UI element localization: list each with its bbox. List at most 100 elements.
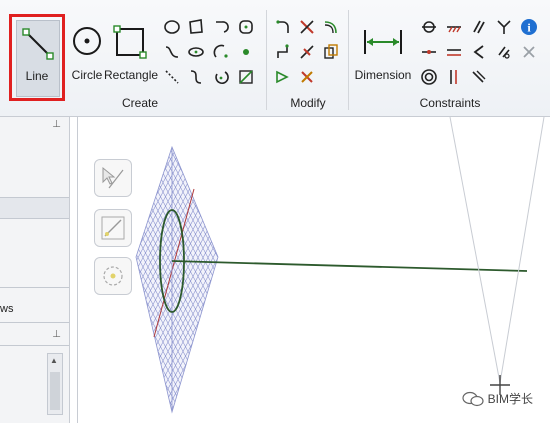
watermark-text: BIM学长 (487, 392, 533, 406)
pin-icon[interactable]: ⊥ (52, 329, 61, 340)
spline-icon[interactable] (163, 43, 181, 61)
coincident-icon[interactable] (420, 18, 438, 36)
split-icon[interactable] (298, 43, 316, 61)
grid-line (192, 147, 218, 412)
symmetric-icon[interactable] (495, 18, 513, 36)
grid-line (78, 117, 133, 417)
trim-icon[interactable] (298, 18, 316, 36)
grid-line (78, 117, 133, 417)
arc-center-icon[interactable] (212, 68, 230, 86)
grid-line (78, 117, 108, 417)
grid-line (136, 147, 149, 412)
grid-line (202, 147, 218, 412)
graphics-viewport[interactable]: BIM学长 (77, 117, 550, 423)
corner-icon[interactable] (274, 43, 292, 61)
grid-line (78, 117, 123, 417)
left-panel: ⊥ ws ⊥ ▲ (0, 117, 70, 423)
pin-icon[interactable]: ⊥ (52, 119, 61, 130)
grid-line (136, 147, 144, 412)
construction-line-icon[interactable] (163, 68, 181, 86)
grid-line (197, 147, 218, 412)
midpoint-icon[interactable] (420, 43, 438, 61)
panel-divider (0, 322, 69, 323)
grid-line (78, 117, 118, 417)
grid-line (78, 117, 113, 417)
ellipse-icon[interactable] (163, 18, 181, 36)
grid-line (192, 147, 218, 412)
horizontal-icon[interactable] (445, 43, 463, 61)
group-label-create: Create (121, 96, 159, 110)
grid-line (207, 147, 218, 412)
grid-line (212, 147, 218, 412)
rectangle-icon (113, 25, 147, 59)
point-icon[interactable] (237, 43, 255, 61)
rectangle-button-label: Rectangle (104, 68, 159, 82)
circle-icon (73, 27, 101, 55)
grid-line (78, 117, 128, 417)
grid-line (78, 117, 98, 417)
panel-divider (0, 345, 69, 346)
grid-line (136, 147, 218, 412)
dimension-icon (364, 30, 402, 54)
perpendicular-icon[interactable] (470, 43, 488, 61)
line-button-label: Line (25, 69, 49, 83)
arc-three-point-icon[interactable] (212, 43, 230, 61)
concentric-icon[interactable] (420, 68, 438, 86)
scrollbar-thumb[interactable] (50, 372, 60, 410)
grid-line (136, 147, 139, 412)
group-label-modify: Modify (290, 96, 326, 110)
info-icon[interactable]: i (520, 18, 538, 36)
grid-line (212, 147, 218, 412)
offset-icon[interactable] (322, 43, 340, 61)
group-separator (266, 10, 267, 110)
parallel-icon[interactable] (470, 18, 488, 36)
grid-line (78, 117, 108, 417)
line-icon (22, 28, 54, 60)
watermark: BIM学长 (462, 390, 533, 407)
grid-line (197, 147, 218, 412)
vertical-icon[interactable] (445, 68, 463, 86)
delete-segment-icon[interactable] (298, 68, 316, 86)
rounded-rect-icon[interactable] (237, 18, 255, 36)
grid-line (78, 117, 103, 417)
grid-line (202, 147, 218, 412)
delete-constraint-icon[interactable] (520, 43, 538, 61)
dimension-button-label: Dimension (354, 68, 412, 82)
group-separator (348, 10, 349, 110)
ribbon: Line Circle Rectangle Create Modify Dime… (0, 0, 550, 117)
grid-line (207, 147, 218, 412)
wechat-icon (462, 391, 484, 406)
line-button[interactable]: Line (9, 14, 65, 101)
grid-line (78, 117, 113, 417)
grid-line (78, 117, 128, 417)
sketch-line (171, 260, 528, 272)
tangent-icon[interactable] (495, 43, 513, 61)
construction-ray (499, 117, 545, 384)
sketch-edit-icon[interactable] (237, 68, 255, 86)
mirror-icon[interactable] (274, 68, 292, 86)
grid-line (136, 147, 149, 412)
panel-selected-row[interactable] (0, 197, 69, 219)
panel-divider (0, 287, 69, 288)
arc-icon[interactable] (212, 18, 230, 36)
sketch-scene (78, 117, 545, 417)
slot-icon[interactable] (187, 43, 205, 61)
grid-line (78, 117, 118, 417)
panel-row-label: ws (0, 303, 14, 315)
equal-icon[interactable] (470, 68, 488, 86)
dimension-button[interactable]: Dimension (352, 14, 414, 90)
rectangle-button[interactable]: Rectangle (104, 14, 158, 90)
polygon-icon[interactable] (187, 18, 205, 36)
panel-scrollbar[interactable]: ▲ (47, 353, 63, 415)
grid-line (136, 147, 144, 412)
offset-curve-icon[interactable] (322, 18, 340, 36)
grid-line (136, 147, 139, 412)
fillet-icon[interactable] (274, 18, 292, 36)
grid-line (136, 147, 218, 412)
curve-icon[interactable] (187, 68, 205, 86)
construction-ray (449, 117, 501, 384)
group-label-constraints: Constraints (419, 96, 481, 110)
fixed-icon[interactable] (445, 18, 463, 36)
scroll-up-icon[interactable]: ▲ (50, 356, 58, 365)
grid-line (78, 117, 123, 417)
